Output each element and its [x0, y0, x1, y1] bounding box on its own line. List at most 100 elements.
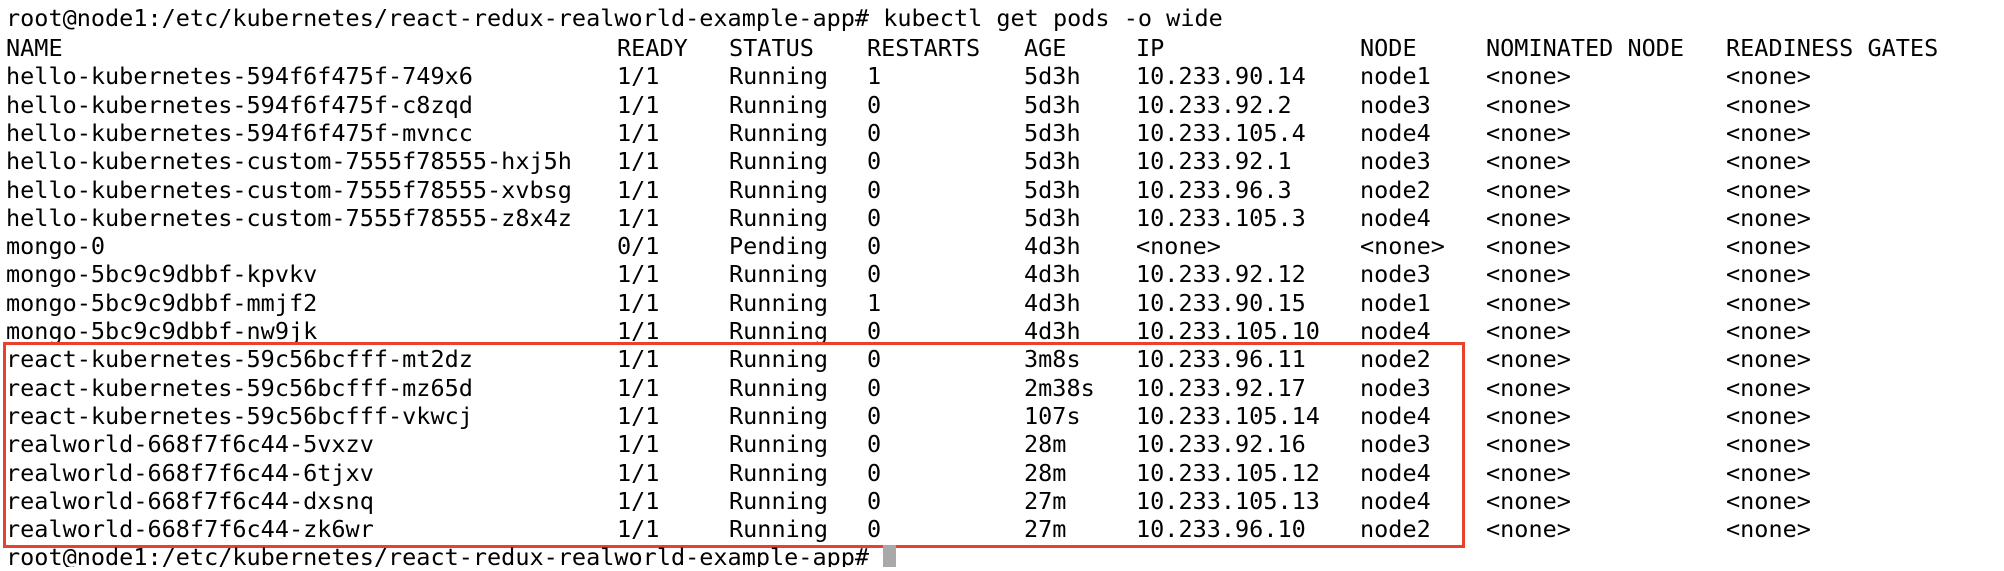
cell-restarts: 0	[867, 90, 882, 119]
cell-age: 4d3h	[1024, 232, 1081, 261]
cell-node: node4	[1360, 317, 1431, 345]
cell-age: 4d3h	[1024, 317, 1081, 345]
column-header-nominated-node: NOMINATED NODE	[1486, 34, 1685, 62]
cell-nominated-node: <none>	[1486, 90, 1571, 119]
column-header-status: STATUS	[729, 34, 814, 62]
cell-restarts: 1	[867, 288, 882, 317]
cell-ip: 10.233.92.2	[1136, 90, 1292, 119]
cell-node: node3	[1360, 260, 1431, 289]
cell-ready: 1/1	[617, 118, 660, 147]
cell-ip: 10.233.105.10	[1136, 317, 1320, 345]
cell-ip: 10.233.105.3	[1136, 203, 1306, 232]
cell-age: 5d3h	[1024, 175, 1081, 204]
cell-nominated-node: <none>	[1486, 515, 1571, 544]
column-header-age: AGE	[1024, 34, 1067, 62]
cell-nominated-node: <none>	[1486, 458, 1571, 487]
cell-name: mongo-5bc9c9dbbf-mmjf2	[6, 288, 318, 317]
cell-name: hello-kubernetes-custom-7555f78555-hxj5h	[6, 147, 572, 176]
cell-status: Running	[729, 288, 829, 317]
cell-node: node1	[1360, 288, 1431, 317]
column-header-name: NAME	[6, 34, 63, 62]
cell-readiness-gates: <none>	[1726, 373, 1811, 402]
shell-prompt: root@node1:/etc/kubernetes/react-redux-r…	[6, 4, 870, 32]
cell-ready: 1/1	[617, 90, 660, 119]
cell-name: hello-kubernetes-custom-7555f78555-z8x4z	[6, 203, 572, 232]
cell-readiness-gates: <none>	[1726, 486, 1811, 515]
cell-age: 4d3h	[1024, 288, 1081, 317]
cell-age: 5d3h	[1024, 62, 1081, 91]
highlight-box	[3, 342, 1465, 548]
cell-nominated-node: <none>	[1486, 232, 1571, 261]
cell-nominated-node: <none>	[1486, 401, 1571, 430]
cell-restarts: 0	[867, 260, 882, 289]
cell-name: hello-kubernetes-custom-7555f78555-xvbsg	[6, 175, 572, 204]
cell-node: node3	[1360, 147, 1431, 176]
cell-node: node4	[1360, 203, 1431, 232]
cell-node: node4	[1360, 118, 1431, 147]
cell-readiness-gates: <none>	[1726, 147, 1811, 176]
cell-status: Running	[729, 203, 829, 232]
cell-readiness-gates: <none>	[1726, 232, 1811, 261]
cell-status: Running	[729, 62, 829, 91]
terminal-window[interactable]: root@node1:/etc/kubernetes/react-redux-r…	[0, 0, 2004, 568]
shell-prompt: root@node1:/etc/kubernetes/react-redux-r…	[6, 543, 870, 571]
cell-readiness-gates: <none>	[1726, 317, 1811, 345]
cell-readiness-gates: <none>	[1726, 118, 1811, 147]
cell-readiness-gates: <none>	[1726, 288, 1811, 317]
cell-nominated-node: <none>	[1486, 373, 1571, 402]
cell-status: Running	[729, 147, 829, 176]
cell-readiness-gates: <none>	[1726, 401, 1811, 430]
cell-restarts: 0	[867, 317, 882, 345]
cell-nominated-node: <none>	[1486, 175, 1571, 204]
cell-restarts: 0	[867, 175, 882, 204]
column-header-node: NODE	[1360, 34, 1417, 62]
cell-nominated-node: <none>	[1486, 203, 1571, 232]
column-header-restarts: RESTARTS	[867, 34, 981, 62]
cell-nominated-node: <none>	[1486, 147, 1571, 176]
cell-name: mongo-5bc9c9dbbf-kpvkv	[6, 260, 318, 289]
cell-ip: 10.233.96.3	[1136, 175, 1292, 204]
cell-name: hello-kubernetes-594f6f475f-c8zqd	[6, 90, 473, 119]
column-header-readiness-gates: READINESS GATES	[1726, 34, 1939, 62]
cell-readiness-gates: <none>	[1726, 62, 1811, 91]
command-line: root@node1:/etc/kubernetes/react-redux-r…	[6, 4, 1223, 32]
cell-status: Running	[729, 317, 829, 345]
cell-restarts: 1	[867, 62, 882, 91]
cell-ready: 1/1	[617, 260, 660, 289]
column-header-ip: IP	[1136, 34, 1165, 62]
cell-readiness-gates: <none>	[1726, 430, 1811, 459]
cell-ip: 10.233.90.14	[1136, 62, 1306, 91]
cell-node: node3	[1360, 90, 1431, 119]
cell-ready: 0/1	[617, 232, 660, 261]
cell-name: hello-kubernetes-594f6f475f-749x6	[6, 62, 473, 91]
text-cursor	[883, 545, 897, 567]
cell-ready: 1/1	[617, 288, 660, 317]
cell-nominated-node: <none>	[1486, 486, 1571, 515]
cell-ip: 10.233.90.15	[1136, 288, 1306, 317]
prompt-line[interactable]: root@node1:/etc/kubernetes/react-redux-r…	[6, 543, 897, 571]
cell-nominated-node: <none>	[1486, 118, 1571, 147]
cell-nominated-node: <none>	[1486, 260, 1571, 289]
cell-age: 5d3h	[1024, 203, 1081, 232]
cell-readiness-gates: <none>	[1726, 203, 1811, 232]
command-text: kubectl get pods -o wide	[883, 4, 1223, 32]
cell-status: Running	[729, 90, 829, 119]
cell-restarts: 0	[867, 203, 882, 232]
cell-restarts: 0	[867, 118, 882, 147]
cell-ip: 10.233.105.4	[1136, 118, 1306, 147]
cell-ip: 10.233.92.1	[1136, 147, 1292, 176]
cell-readiness-gates: <none>	[1726, 345, 1811, 374]
cell-status: Running	[729, 175, 829, 204]
cell-restarts: 0	[867, 147, 882, 176]
cell-status: Running	[729, 118, 829, 147]
cell-nominated-node: <none>	[1486, 430, 1571, 459]
cell-ready: 1/1	[617, 317, 660, 345]
cell-ready: 1/1	[617, 175, 660, 204]
cell-nominated-node: <none>	[1486, 345, 1571, 374]
cell-restarts: 0	[867, 232, 882, 261]
cell-ready: 1/1	[617, 62, 660, 91]
cell-node: node1	[1360, 62, 1431, 91]
cell-age: 5d3h	[1024, 147, 1081, 176]
cell-name: mongo-0	[6, 232, 106, 261]
cell-nominated-node: <none>	[1486, 317, 1571, 345]
